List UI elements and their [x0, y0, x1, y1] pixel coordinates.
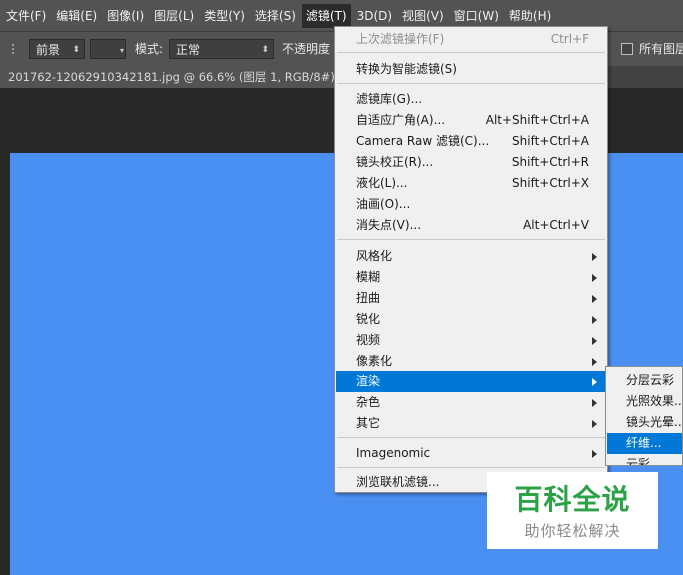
spinner-arrows-icon: ⬍ — [261, 45, 269, 55]
submenu-arrow-icon — [592, 358, 597, 366]
source-select[interactable]: 前景 ⬍ — [29, 39, 85, 59]
menu-item-last-filter: 上次滤镜操作(F) Ctrl+F — [356, 32, 589, 46]
chevron-down-icon: ▾ — [119, 46, 124, 55]
menu-separator — [337, 83, 605, 84]
menu-item-imagenomic[interactable]: Imagenomic — [336, 443, 606, 464]
submenu-item-clouds[interactable]: 云彩 — [607, 454, 682, 465]
submenu-arrow-icon — [592, 253, 597, 261]
source-value: 前景 — [36, 43, 61, 57]
menu-view[interactable]: 视图(V) — [398, 4, 448, 28]
menu-image[interactable]: 图像(I) — [103, 4, 148, 28]
menu-item-sharpen[interactable]: 锐化 — [336, 309, 606, 330]
menu-separator — [337, 467, 605, 468]
menu-type[interactable]: 类型(Y) — [200, 4, 249, 28]
menu-3d[interactable]: 3D(D) — [353, 4, 396, 28]
menu-window[interactable]: 窗口(W) — [450, 4, 503, 28]
all-layers-label: 所有图层 — [639, 42, 683, 56]
watermark-logo: 百科全说 助你轻松解决 — [487, 472, 658, 549]
submenu-arrow-icon — [592, 274, 597, 282]
menu-item-adaptive-wide-angle[interactable]: 自适应广角(A)... Alt+Shift+Ctrl+A — [336, 110, 606, 131]
submenu-arrow-icon — [592, 337, 597, 345]
menu-item-pixelate[interactable]: 像素化 — [336, 351, 606, 372]
menu-select[interactable]: 选择(S) — [251, 4, 300, 28]
menu-file[interactable]: 文件(F) — [2, 4, 50, 28]
mode-select[interactable]: 正常 ⬍ — [169, 39, 274, 59]
menu-item-blur[interactable]: 模糊 — [336, 267, 606, 288]
mode-value: 正常 — [176, 43, 201, 57]
menu-item-other[interactable]: 其它 — [336, 413, 606, 434]
menu-item-convert-smart-filter[interactable]: 转换为智能滤镜(S) — [336, 59, 606, 80]
menu-item-camera-raw[interactable]: Camera Raw 滤镜(C)... Shift+Ctrl+A — [336, 131, 606, 152]
submenu-arrow-icon — [592, 450, 597, 458]
menu-item-noise[interactable]: 杂色 — [336, 392, 606, 413]
menu-item-lens-correction[interactable]: 镜头校正(R)... Shift+Ctrl+R — [336, 152, 606, 173]
menu-item-oil-paint[interactable]: 油画(O)... — [336, 194, 606, 215]
grip-icon[interactable] — [12, 44, 20, 54]
menu-separator — [337, 52, 605, 53]
document-tab[interactable]: 201762-12062910342181.jpg @ 66.6% (图层 1,… — [0, 66, 353, 88]
submenu-item-difference-clouds[interactable]: 分层云彩 — [607, 370, 682, 391]
menu-item-vanishing-point[interactable]: 消失点(V)... Alt+Ctrl+V — [336, 215, 606, 236]
menu-item-stylize[interactable]: 风格化 — [336, 246, 606, 267]
filter-menu-dropdown: 上次滤镜操作(F) Ctrl+F 转换为智能滤镜(S) 滤镜库(G)... 自适… — [334, 26, 608, 493]
submenu-arrow-icon — [592, 399, 597, 407]
spinner-arrows-icon: ⬍ — [72, 45, 80, 55]
watermark-subtitle: 助你轻松解决 — [524, 522, 621, 540]
render-submenu: 分层云彩 光照效果... 镜头光晕... 纤维... 云彩 — [605, 366, 683, 466]
submenu-item-lens-flare[interactable]: 镜头光晕... — [607, 412, 682, 433]
menu-item-video[interactable]: 视频 — [336, 330, 606, 351]
watermark-title: 百科全说 — [514, 483, 631, 516]
pattern-picker[interactable]: ▾ — [90, 39, 126, 59]
menu-item-filter-gallery[interactable]: 滤镜库(G)... — [336, 89, 606, 110]
menu-separator — [337, 437, 605, 438]
submenu-arrow-icon — [592, 378, 597, 386]
submenu-arrow-icon — [592, 420, 597, 428]
menu-separator — [337, 239, 605, 240]
submenu-item-fibers[interactable]: 纤维... — [607, 433, 682, 454]
mode-label: 模式: — [135, 42, 164, 56]
submenu-item-lighting-effects[interactable]: 光照效果... — [607, 391, 682, 412]
all-layers-checkbox[interactable] — [621, 43, 633, 55]
menu-edit[interactable]: 编辑(E) — [52, 4, 101, 28]
menu-item-liquify[interactable]: 液化(L)... Shift+Ctrl+X — [336, 173, 606, 194]
menu-help[interactable]: 帮助(H) — [505, 4, 555, 28]
submenu-arrow-icon — [592, 295, 597, 303]
menu-item-render[interactable]: 渲染 — [336, 371, 606, 392]
menu-item-distort[interactable]: 扭曲 — [336, 288, 606, 309]
menu-filter[interactable]: 滤镜(T) — [301, 3, 351, 28]
opacity-label: 不透明度 — [282, 42, 331, 56]
submenu-arrow-icon — [592, 316, 597, 324]
menu-layer[interactable]: 图层(L) — [150, 4, 198, 28]
